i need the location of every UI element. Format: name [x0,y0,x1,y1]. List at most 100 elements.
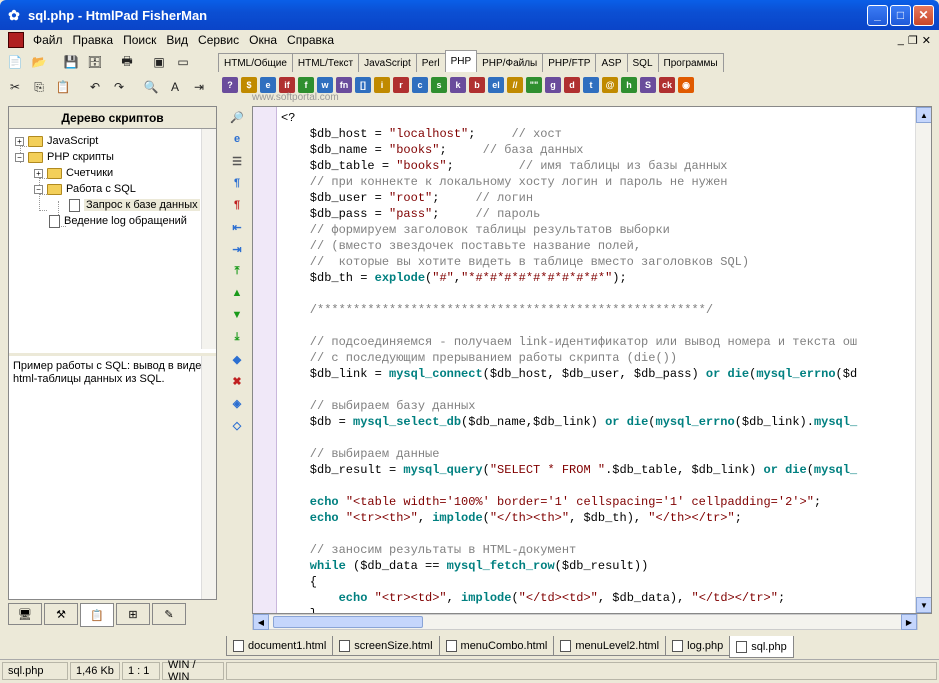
minimize-button[interactable]: _ [867,4,888,26]
paragraph-icon[interactable]: ¶ [229,174,245,192]
php-stop-icon[interactable]: ◉ [678,77,694,93]
save-icon[interactable]: 💾 [60,51,82,73]
tree-node-javascript[interactable]: + JavaScript [15,133,98,149]
search-icon[interactable]: 🔎 [229,108,245,126]
tree-scrollbar[interactable] [201,129,216,349]
panel-tab-tree-icon[interactable]: ⊞ [116,603,150,625]
code-line[interactable]: $db_link = mysql_connect($db_host, $db_u… [281,366,857,382]
editor-vertical-scrollbar[interactable]: ▲ ▼ [915,107,931,613]
list-icon[interactable]: ☰ [229,152,245,170]
down-icon[interactable]: ▼ [229,306,245,324]
indent-left-icon[interactable]: ⇤ [229,218,245,236]
scroll-thumb[interactable] [273,616,423,628]
description-scrollbar[interactable] [201,356,216,599]
php-while-icon[interactable]: w [317,77,333,93]
bookmark-icon[interactable]: ◆ [229,350,245,368]
bookmark-next-icon[interactable]: ◈ [229,394,245,412]
tab-javascript[interactable]: JavaScript [358,53,417,72]
menu-search[interactable]: Поиск [118,33,161,47]
code-editor[interactable]: <? $db_host = "localhost"; // хост $db_n… [252,106,932,614]
code-line[interactable] [281,286,857,302]
php-date-icon[interactable]: t [583,77,599,93]
doc-tab-document1[interactable]: document1.html [226,636,334,656]
code-line[interactable]: { [281,574,857,590]
mdi-restore-icon[interactable]: ❐ [908,34,918,47]
scroll-left-icon[interactable]: ◀ [253,614,269,630]
tab-php[interactable]: PHP [444,50,478,72]
panel-icon[interactable]: ▣ [148,51,170,73]
menu-windows[interactable]: Окна [244,33,282,47]
php-include-icon[interactable]: i [374,77,390,93]
code-line[interactable]: while ($db_data == mysql_fetch_row($db_r… [281,558,857,574]
code-line[interactable]: echo "<tr><td>", implode("</td><td>", $d… [281,590,857,606]
code-line[interactable]: // которые вы хотите видеть в таблице вм… [281,254,857,270]
doc-tab-log[interactable]: log.php [665,636,731,656]
print-icon[interactable]: 🖶 [116,51,138,73]
php-echo-icon[interactable]: e [260,77,276,93]
paragraph-red-icon[interactable]: ¶ [229,196,245,214]
php-comment-icon[interactable]: // [507,77,523,93]
open-folder-icon[interactable]: 📂 [28,51,50,73]
go-top-icon[interactable]: ⤒ [229,262,245,280]
doc-tab-sql[interactable]: sql.php [729,636,794,658]
php-if-icon[interactable]: if [279,77,295,93]
code-line[interactable]: $db_name = "books"; // база данных [281,142,857,158]
php-tag-icon[interactable]: ? [222,77,238,93]
panel-tab-edit-icon[interactable]: ✎ [152,603,186,625]
collapse-icon[interactable]: − [34,184,43,194]
browser-icon[interactable]: e [229,130,245,148]
menu-help[interactable]: Справка [282,33,339,47]
close-button[interactable]: ✕ [913,4,934,26]
mdi-close-icon[interactable]: ✕ [922,34,931,47]
php-class-icon[interactable]: c [412,77,428,93]
copy-icon[interactable]: ⎘ [28,76,50,98]
indent-right-icon[interactable]: ⇥ [229,240,245,258]
code-line[interactable]: $db_user = "root"; // логин [281,190,857,206]
find-icon[interactable]: 🔍 [140,76,162,98]
editor-horizontal-scrollbar[interactable]: ◀ ▶ [252,614,918,630]
php-header-icon[interactable]: h [621,77,637,93]
up-icon[interactable]: ▲ [229,284,245,302]
code-area[interactable]: <? $db_host = "localhost"; // хост $db_n… [281,110,857,613]
collapse-icon[interactable]: − [15,152,24,162]
tab-asp[interactable]: ASP [595,53,628,72]
code-line[interactable]: $db = mysql_select_db($db_name,$db_link)… [281,414,857,430]
code-line[interactable]: // выбираем данные [281,446,857,462]
tab-sql[interactable]: SQL [626,53,659,72]
code-line[interactable]: echo "<tr><th>", implode("</th><th>", $d… [281,510,857,526]
php-string-icon[interactable]: "" [526,77,542,93]
tab-perl[interactable]: Perl [415,53,446,72]
tree-node-php-scripts[interactable]: − PHP скрипты [15,149,114,165]
code-line[interactable] [281,526,857,542]
tree-node-counters[interactable]: + Счетчики [34,165,113,181]
code-line[interactable] [281,478,857,494]
php-array-icon[interactable]: [] [355,77,371,93]
code-line[interactable]: // с последующим прерыванием работы скри… [281,350,857,366]
panel-tab-computer-icon[interactable]: 🖥 [8,603,42,625]
code-line[interactable]: $db_pass = "pass"; // пароль [281,206,857,222]
tree-node-log[interactable]: Ведение log обращений [47,213,187,229]
expand-icon[interactable]: + [34,168,43,178]
code-line[interactable]: } [281,606,857,613]
doc-tab-screensize[interactable]: screenSize.html [332,636,440,656]
preview-icon[interactable]: ▭ [172,51,194,73]
tab-programs[interactable]: Программы [657,53,724,72]
php-global-icon[interactable]: g [545,77,561,93]
menu-service[interactable]: Сервис [193,33,244,47]
code-line[interactable]: // выбираем базу данных [281,398,857,414]
tab-html-general[interactable]: HTML/Общие [218,53,293,72]
paste-icon[interactable]: 📋 [52,76,74,98]
find-next-icon[interactable]: ⇥ [188,76,210,98]
php-var-icon[interactable]: $ [241,77,257,93]
scroll-down-icon[interactable]: ▼ [916,597,931,613]
php-session-icon[interactable]: S [640,77,656,93]
code-line[interactable] [281,318,857,334]
bookmark-prev-icon[interactable]: ◇ [229,416,245,434]
code-line[interactable]: // (вместо звездочек поставьте название … [281,238,857,254]
maximize-button[interactable]: □ [890,4,911,26]
php-func-icon[interactable]: fn [336,77,352,93]
code-line[interactable]: $db_host = "localhost"; // хост [281,126,857,142]
undo-icon[interactable]: ↶ [84,76,106,98]
scroll-right-icon[interactable]: ▶ [901,614,917,630]
tree-node-db-query[interactable]: Запрос к базе данных [67,197,200,213]
